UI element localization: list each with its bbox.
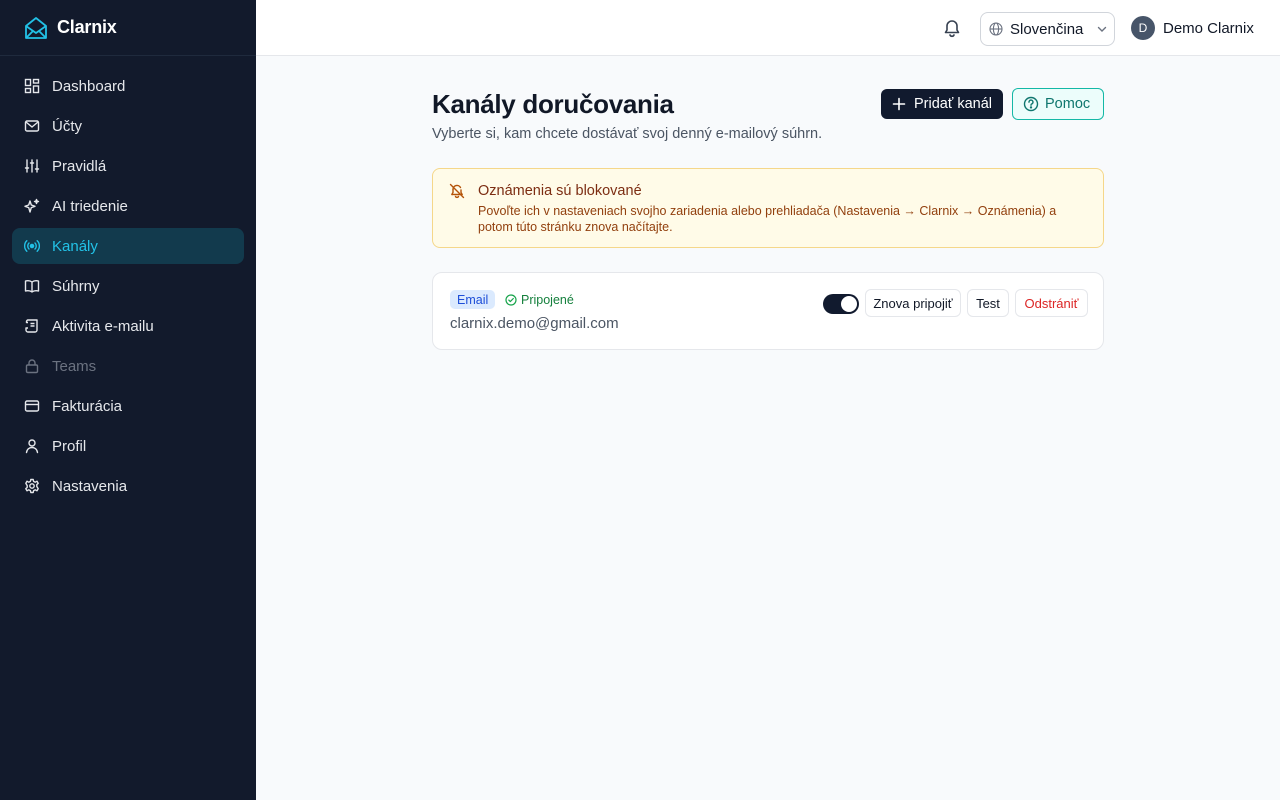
reconnect-button[interactable]: Znova pripojiť <box>865 289 961 317</box>
gear-icon <box>24 478 40 494</box>
topbar: Slovenčina D Demo Clarnix <box>256 0 1280 56</box>
sidebar-item-label: Profil <box>52 437 87 455</box>
alert-body: Povoľte ich v nastaveniach svojho zariad… <box>478 204 1057 234</box>
sidebar-item-billing[interactable]: Fakturácia <box>12 388 244 424</box>
sidebar-item-accounts[interactable]: Účty <box>12 108 244 144</box>
book-icon <box>24 278 40 294</box>
sidebar-item-rules[interactable]: Pravidlá <box>12 148 244 184</box>
sidebar-item-channels[interactable]: Kanály <box>12 228 244 264</box>
globe-icon <box>989 22 1003 36</box>
sidebar-item-profile[interactable]: Profil <box>12 428 244 464</box>
sidebar-item-label: Kanály <box>52 237 98 255</box>
check-circle-icon <box>505 294 517 306</box>
sidebar-item-label: Účty <box>52 117 82 135</box>
sidebar-item-email-activity[interactable]: Aktivita e-mailu <box>12 308 244 344</box>
scroll-icon <box>24 318 40 334</box>
sidebar: Clarnix Dashboard Účty Pravidlá AI tried… <box>0 0 256 800</box>
sidebar-item-teams: Teams <box>12 348 244 384</box>
page-title: Kanály doručovania <box>432 89 674 119</box>
user-name: Demo Clarnix <box>1163 19 1254 37</box>
help-button[interactable]: Pomoc <box>1012 88 1104 120</box>
status-label: Pripojené <box>521 293 574 307</box>
notifications-blocked-alert: Oznámenia sú blokované Povoľte ich v nas… <box>432 168 1104 248</box>
channel-card: Email Pripojené clarnix.demo@gmail.com Z… <box>432 272 1104 350</box>
channel-enabled-toggle[interactable] <box>823 294 859 314</box>
chevron-down-icon <box>1096 23 1108 35</box>
status-badge: Pripojené <box>505 291 574 309</box>
dashboard-icon <box>24 78 40 94</box>
language-select-value: Slovenčina <box>1010 20 1084 38</box>
channel-type-badge: Email <box>450 290 496 309</box>
lock-icon <box>24 358 40 374</box>
brand[interactable]: Clarnix <box>0 0 256 56</box>
test-button[interactable]: Test <box>967 289 1009 317</box>
sidebar-nav: Dashboard Účty Pravidlá AI triedenie Kan… <box>0 56 256 520</box>
sliders-icon <box>24 158 40 174</box>
user-menu[interactable]: D Demo Clarnix <box>1131 16 1254 40</box>
user-icon <box>24 438 40 454</box>
toggle-knob <box>841 296 857 312</box>
page-subtitle: Vyberte si, kam chcete dostávať svoj den… <box>432 126 823 142</box>
remove-button[interactable]: Odstrániť <box>1015 289 1088 317</box>
sidebar-item-label: AI triedenie <box>52 197 128 215</box>
envelope-logo-icon <box>24 15 48 41</box>
sidebar-item-label: Teams <box>52 357 97 375</box>
help-circle-icon <box>1023 96 1039 112</box>
sidebar-item-label: Aktivita e-mailu <box>52 317 154 335</box>
sidebar-item-settings[interactable]: Nastavenia <box>12 468 244 504</box>
alert-title: Oznámenia sú blokované <box>478 183 642 199</box>
add-channel-button[interactable]: Pridať kanál <box>881 89 1003 119</box>
brand-name: Clarnix <box>57 17 117 37</box>
credit-card-icon <box>24 398 40 414</box>
sidebar-item-label: Nastavenia <box>52 477 128 495</box>
notifications-bell-icon[interactable] <box>940 16 964 40</box>
sidebar-item-label: Súhrny <box>52 277 100 295</box>
mail-icon <box>24 118 40 134</box>
sidebar-item-ai-sorting[interactable]: AI triedenie <box>12 188 244 224</box>
sidebar-item-label: Dashboard <box>52 77 126 95</box>
broadcast-icon <box>24 238 40 254</box>
plus-icon <box>892 97 906 111</box>
add-channel-label: Pridať kanál <box>914 96 992 112</box>
avatar: D <box>1131 16 1155 40</box>
channel-address: clarnix.demo@gmail.com <box>450 315 619 332</box>
sidebar-item-dashboard[interactable]: Dashboard <box>12 68 244 104</box>
sparkles-icon <box>24 198 40 214</box>
sidebar-item-digests[interactable]: Súhrny <box>12 268 244 304</box>
sidebar-item-label: Fakturácia <box>52 397 123 415</box>
language-select[interactable]: Slovenčina <box>980 12 1115 46</box>
help-label: Pomoc <box>1045 96 1091 112</box>
bell-off-icon <box>449 183 465 199</box>
sidebar-item-label: Pravidlá <box>52 157 107 175</box>
